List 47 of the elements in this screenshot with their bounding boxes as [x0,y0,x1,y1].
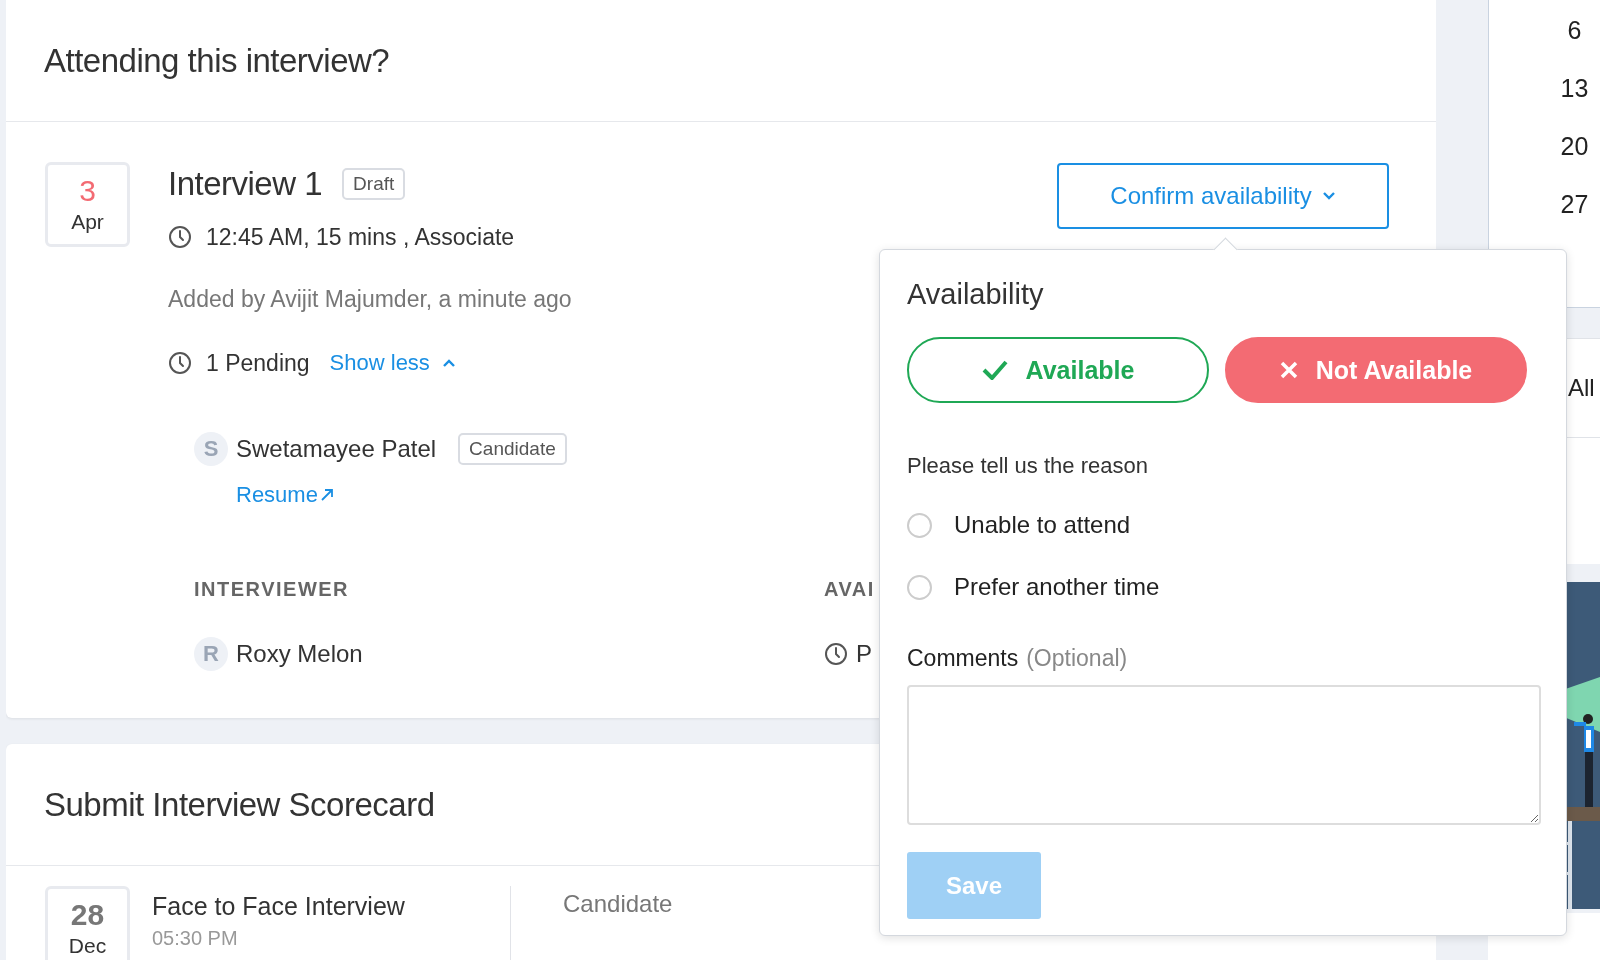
calendar-day[interactable]: 27 [1500,192,1589,216]
avatar: R [194,637,228,671]
clock-icon [168,225,192,249]
calendar-day[interactable]: 6 [1507,18,1582,42]
resume-link[interactable]: Resume [236,482,334,508]
date-day: 3 [79,175,96,206]
chevron-up-icon [441,358,456,368]
column-header: AVAI [824,578,875,601]
not-available-button[interactable]: Not Available [1225,337,1527,403]
radio-label: Unable to attend [954,511,1131,539]
status-tag: Draft [342,168,406,200]
card-title: Submit Interview Scorecard [44,785,435,824]
date-month: Dec [68,933,107,958]
radio-label: Prefer another time [954,573,1160,601]
schedule-text: 12:45 AM, 15 mins , Associate [206,223,515,251]
availability-status: P [856,640,872,668]
interview-title: Face to Face Interview [152,892,406,921]
close-icon [1279,361,1298,379]
date-day: 28 [70,899,105,930]
role-tag: Candidate [458,433,567,465]
pending-count: 1 Pending [206,349,310,377]
external-arrow-icon [319,488,334,502]
reason-prompt: Please tell us the reason [907,453,1149,479]
interviewer-name: Roxy Melon [236,640,363,668]
column-label: Candidate [563,889,673,918]
column-header: INTERVIEWER [194,578,350,601]
optional-hint: (Optional) [1026,645,1128,672]
radio-button[interactable] [907,574,932,600]
date-month: Apr [71,209,104,234]
interview-title: Interview 1 [168,165,323,203]
radio-button[interactable] [907,512,932,538]
clock-icon [824,642,848,666]
candidate-name: Swetamayee Patel [236,435,437,463]
check-icon [981,360,1008,380]
clock-icon [168,351,192,375]
comments-label: Comments [907,645,1019,672]
confirm-availability-button[interactable]: Confirm availability [1057,163,1389,229]
available-button[interactable]: Available [907,337,1209,403]
chevron-down-icon [1321,191,1336,201]
card-title: Attending this interview? [44,41,390,80]
interview-time: 05:30 PM [152,927,239,950]
popover-title: Availability [907,278,1045,311]
avatar: S [194,432,228,466]
comments-field[interactable] [907,685,1541,825]
calendar-day[interactable]: 20 [1500,134,1589,158]
calendar-day[interactable]: 13 [1500,76,1589,100]
show-less-link[interactable]: Show less [329,350,456,376]
